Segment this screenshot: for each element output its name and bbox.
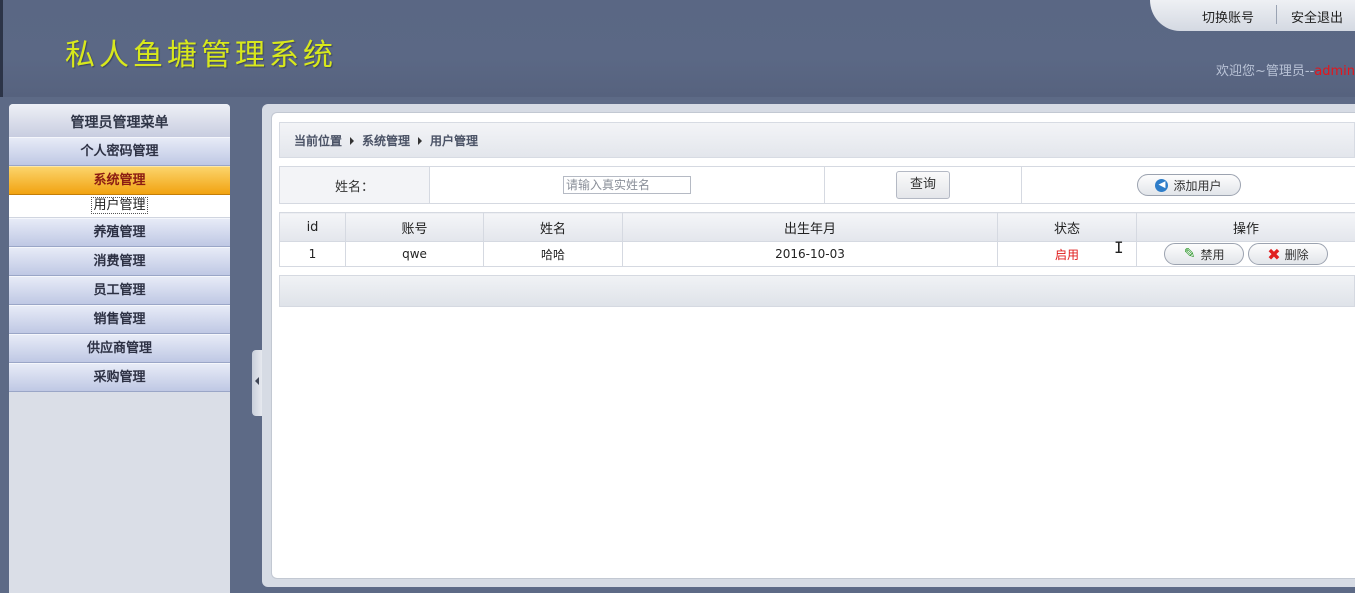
breadcrumb-arrow-icon: [418, 137, 423, 145]
sidebar-item-purchasing[interactable]: 采购管理: [9, 363, 230, 392]
disable-button[interactable]: ✎ 禁用: [1164, 243, 1245, 265]
welcome-text: 欢迎您~管理员--admin: [1216, 60, 1355, 79]
add-user-button[interactable]: ◀ 添加用户: [1136, 174, 1241, 196]
delete-button[interactable]: ✖ 删除: [1247, 243, 1328, 265]
logout-link[interactable]: 安全退出: [1291, 7, 1343, 26]
close-icon: ✖: [1267, 244, 1281, 264]
sidebar-item-consumption[interactable]: 消费管理: [9, 247, 230, 276]
breadcrumb-arrow-icon: [350, 137, 355, 145]
table-header-row: id 账号 姓名 出生年月 状态 操作: [279, 212, 1355, 242]
sidebar-subitem-users-label: 用户管理: [91, 197, 148, 214]
breadcrumb-item: 用户管理: [430, 134, 479, 148]
sidebar-item-employees[interactable]: 员工管理: [9, 276, 230, 305]
sidebar-collapse-toggle[interactable]: [252, 350, 262, 416]
cell-name: 哈哈: [483, 241, 623, 267]
text-cursor-icon: I: [1114, 238, 1124, 257]
breadcrumb-item[interactable]: 系统管理: [362, 134, 410, 148]
sidebar-item-suppliers[interactable]: 供应商管理: [9, 334, 230, 363]
table-row: 1 qwe 哈哈 2016-10-03 启用 ✎ 禁用 ✖ 删除: [279, 241, 1355, 267]
breadcrumb: 当前位置 系统管理 用户管理: [279, 122, 1355, 158]
query-button[interactable]: 查询: [896, 171, 950, 199]
name-label: 姓名：: [279, 166, 430, 204]
query-button-cell: 查询: [824, 166, 1022, 204]
pencil-icon: ✎: [1183, 246, 1196, 262]
top-links-bar: 切换账号 安全退出: [1150, 0, 1355, 31]
sidebar-item-system[interactable]: 系统管理: [9, 166, 230, 195]
column-header-id: id: [279, 212, 346, 242]
column-header-name: 姓名: [483, 212, 623, 242]
cell-account: qwe: [345, 241, 484, 267]
welcome-label: 欢迎您~管理员--: [1215, 64, 1315, 79]
column-header-actions: 操作: [1136, 212, 1355, 242]
add-user-label: 添加用户: [1173, 178, 1222, 193]
current-username: admin: [1314, 64, 1355, 79]
table-footer-bar: [279, 275, 1355, 307]
back-arrow-icon: ◀: [1155, 178, 1169, 192]
cell-id: 1: [279, 241, 346, 267]
cell-birth: 2016-10-03: [622, 241, 998, 267]
column-header-birth: 出生年月: [622, 212, 998, 242]
sidebar-item-breeding[interactable]: 养殖管理: [9, 218, 230, 247]
cell-actions: ✎ 禁用 ✖ 删除: [1136, 241, 1355, 267]
top-divider: [1276, 5, 1277, 24]
breadcrumb-item: 当前位置: [294, 134, 343, 148]
users-table: id 账号 姓名 出生年月 状态 操作 1 qwe 哈哈 2016-10-03 …: [279, 212, 1355, 267]
search-form: 姓名： 查询 ◀ 添加用户: [279, 166, 1355, 204]
app-logo: 私人鱼塘管理系统: [65, 38, 337, 73]
sidebar-item-sales[interactable]: 销售管理: [9, 305, 230, 334]
disable-label: 禁用: [1200, 247, 1225, 262]
column-header-account: 账号: [345, 212, 484, 242]
sidebar: 管理员管理菜单 个人密码管理 系统管理 用户管理 养殖管理 消费管理 员工管理 …: [9, 104, 230, 593]
sidebar-subitem-users[interactable]: 用户管理: [9, 195, 230, 218]
name-search-input[interactable]: [563, 176, 691, 194]
switch-account-link[interactable]: 切换账号: [1202, 7, 1254, 26]
search-input-cell: [429, 166, 825, 204]
add-button-cell: ◀ 添加用户: [1021, 166, 1355, 204]
delete-label: 删除: [1284, 247, 1309, 262]
sidebar-title: 管理员管理菜单: [9, 104, 230, 137]
sidebar-item-password[interactable]: 个人密码管理: [9, 137, 230, 166]
header: 私人鱼塘管理系统 切换账号 安全退出 欢迎您~管理员--admin: [0, 0, 1355, 97]
